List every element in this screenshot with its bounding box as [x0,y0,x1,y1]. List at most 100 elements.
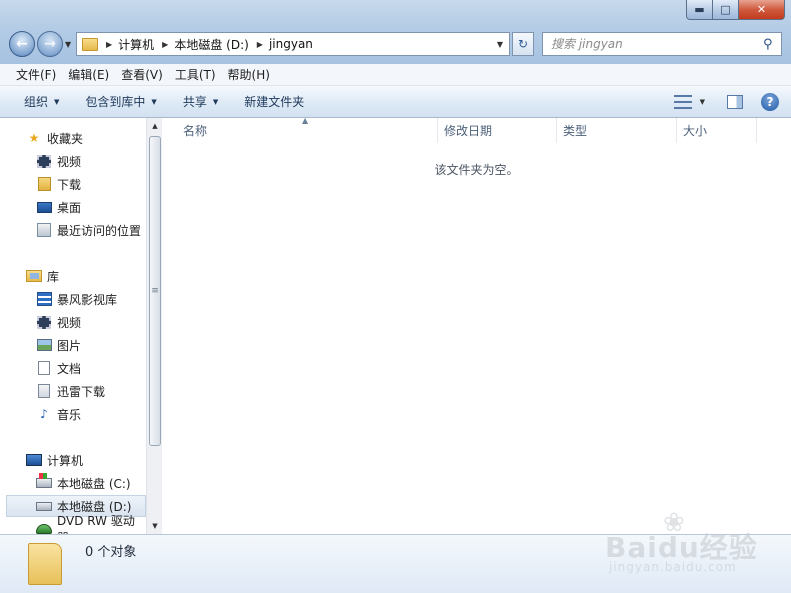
sidebar-item-label: 暴风影视库 [57,292,118,307]
system-drive-icon [36,473,52,488]
navigation-pane: ★ 收藏夹 视频 下载 桌面 最近访问的位置 库 暴风影视库 视频 图片 文档 … [0,118,162,534]
column-header-size[interactable]: 大小 [677,118,757,143]
forward-button[interactable]: → [37,31,63,57]
sidebar-item-documents[interactable]: 文档 [0,357,146,379]
scrollbar-thumb[interactable]: ≡ [149,136,161,446]
sidebar-item-label: 本地磁盘 (C:) [57,476,131,491]
maximize-button[interactable]: □ [713,0,739,20]
command-bar: 组织 ▼ 包含到库中 ▼ 共享 ▼ 新建文件夹 ▼ ? [0,86,791,118]
film-icon [37,315,51,329]
picture-icon [36,339,52,351]
scroll-down-arrow[interactable]: ▼ [147,518,163,534]
menu-bar: 文件(F) 编辑(E) 查看(V) 工具(T) 帮助(H) [0,64,791,86]
breadcrumb-computer[interactable]: 计算机 [118,36,154,53]
sidebar-item-label: 最近访问的位置 [57,223,142,238]
sidebar-item-storm-library[interactable]: 暴风影视库 [0,288,146,310]
sidebar-item-label: 图片 [57,338,82,353]
minimize-button[interactable]: ▬ [686,0,713,20]
include-in-library-button[interactable]: 包含到库中 ▼ [75,88,166,116]
view-dropdown[interactable]: ▼ [700,98,705,106]
menu-tools[interactable]: 工具(T) [169,66,222,83]
watermark: ❀ Baidu经验 jingyan.baidu.com [605,508,785,580]
sidebar-item-downloads[interactable]: 下载 [0,173,146,195]
media-library-icon [36,292,52,306]
file-list-pane[interactable]: 名称 ▲ 修改日期 类型 大小 该文件夹为空。 [162,116,791,534]
sidebar-item-label: 视频 [57,154,82,169]
back-button[interactable]: ← [9,31,35,57]
watermark-url: jingyan.baidu.com [609,560,737,574]
search-icon[interactable]: ⚲ [763,37,781,52]
hard-drive-icon [36,501,52,511]
breadcrumb-jingyan[interactable]: jingyan [269,37,313,51]
search-box[interactable]: ⚲ [542,32,782,56]
address-bar[interactable]: ▶ 计算机 ▶ 本地磁盘 (D:) ▶ jingyan ▼ [76,32,510,56]
sidebar-item-label: 收藏夹 [47,131,84,146]
breadcrumb-drive-d[interactable]: 本地磁盘 (D:) [174,36,248,53]
sidebar-item-label: 下载 [57,177,82,192]
recent-places-icon [37,223,51,237]
column-header-type[interactable]: 类型 [557,118,677,143]
column-header-label: 类型 [563,124,588,138]
sidebar-favorites[interactable]: ★ 收藏夹 [0,127,146,149]
sidebar-item-recent-places[interactable]: 最近访问的位置 [0,219,146,241]
menu-help[interactable]: 帮助(H) [222,66,276,83]
scroll-up-arrow[interactable]: ▲ [147,118,163,134]
search-input[interactable] [543,34,763,54]
column-header-label: 名称 [183,124,208,138]
column-header-date-modified[interactable]: 修改日期 [438,118,557,143]
folder-icon [28,543,62,585]
close-button[interactable]: ✕ [739,0,785,20]
library-icon [26,270,42,282]
sidebar-item-label: 迅雷下载 [57,384,106,399]
view-options-icon[interactable] [673,95,692,109]
sidebar-item-label: 库 [47,269,60,284]
sidebar-item-desktop[interactable]: 桌面 [0,196,146,218]
document-icon [38,361,50,375]
star-icon: ★ [28,131,40,145]
help-icon[interactable]: ? [761,93,779,111]
sidebar-computer[interactable]: 计算机 [0,449,146,471]
sidebar-item-drive-c[interactable]: 本地磁盘 (C:) [0,472,146,494]
sidebar-item-videos[interactable]: 视频 [0,150,146,172]
sidebar-item-pictures[interactable]: 图片 [0,334,146,356]
organize-button[interactable]: 组织 ▼ [14,88,69,116]
sidebar-item-label: 文档 [57,361,82,376]
chevron-right-icon[interactable]: ▶ [257,40,263,49]
command-bar-right: ▼ ? [673,86,791,118]
chevron-down-icon: ▼ [212,97,219,106]
sidebar-item-library-videos[interactable]: 视频 [0,311,146,333]
title-bar: ▬ □ ✕ ← → ▼ ▶ 计算机 ▶ 本地磁盘 (D:) ▶ jingyan … [0,0,791,64]
chevron-down-icon: ▼ [54,97,60,106]
empty-folder-message: 该文件夹为空。 [434,163,519,177]
menu-edit[interactable]: 编辑(E) [62,66,115,83]
include-in-library-label: 包含到库中 [85,95,146,109]
recent-pages-dropdown[interactable]: ▼ [65,40,71,49]
music-note-icon: ♪ [40,407,48,421]
new-folder-button[interactable]: 新建文件夹 [234,88,314,116]
column-header-label: 修改日期 [444,124,493,138]
menu-file[interactable]: 文件(F) [10,66,62,83]
sidebar-item-label: 视频 [57,315,82,330]
preview-pane-icon[interactable] [727,95,743,109]
address-dropdown[interactable]: ▼ [497,40,503,49]
sidebar-item-dvd-drive[interactable]: DVD RW 驱动器 [0,514,146,534]
window-controls: ▬ □ ✕ [686,0,785,20]
sidebar-item-label: 音乐 [57,407,82,422]
film-icon [37,154,51,168]
sidebar-libraries[interactable]: 库 [0,265,146,287]
download-folder-icon [37,177,51,191]
sidebar-item-music[interactable]: ♪ 音乐 [0,403,146,425]
sidebar-item-xunlei-downloads[interactable]: 迅雷下载 [0,380,146,402]
download-document-icon [38,384,50,398]
menu-view[interactable]: 查看(V) [115,66,169,83]
navigation-scrollbar[interactable]: ▲ ≡ ▼ [146,118,162,534]
chevron-right-icon[interactable]: ▶ [162,40,168,49]
sidebar-item-label: 桌面 [57,200,82,215]
folder-icon [82,37,98,51]
refresh-button[interactable]: ↻ [512,32,534,56]
chevron-right-icon[interactable]: ▶ [106,40,112,49]
new-folder-label: 新建文件夹 [244,95,305,109]
organize-label: 组织 [24,95,49,109]
column-header-label: 大小 [683,124,708,138]
share-button[interactable]: 共享 ▼ [173,88,228,116]
